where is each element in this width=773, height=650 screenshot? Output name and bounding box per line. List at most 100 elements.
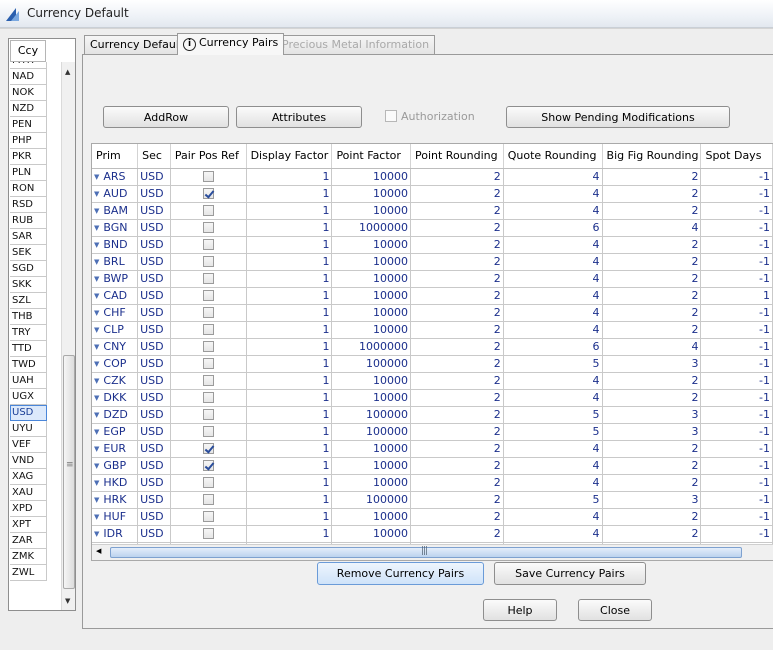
ccy-list-item[interactable]: UYU [10,421,47,437]
sec-cell[interactable]: USD [137,525,171,543]
pf-cell[interactable]: 100000 [331,406,411,424]
pair-pos-ref-checkbox[interactable] [202,307,214,318]
sec-cell[interactable]: USD [137,219,171,237]
column-header[interactable]: Quote Rounding [503,144,603,169]
disp-cell[interactable]: 1 [246,338,333,356]
qr-cell[interactable]: 4 [503,253,603,271]
pr-cell[interactable]: 2 [410,423,504,441]
pr-cell[interactable]: 2 [410,185,504,203]
sec-cell[interactable]: USD [137,287,171,305]
pair-pos-ref-checkbox[interactable] [202,511,214,522]
sd-cell[interactable]: -1 [700,372,773,390]
table-row[interactable]: ▼ COP USD 1 100000 2 5 3 -1 [92,355,773,373]
sec-cell[interactable]: USD [137,355,171,373]
qr-cell[interactable]: 4 [503,168,603,186]
pr-cell[interactable]: 2 [410,236,504,254]
dropdown-arrow-icon[interactable]: ▼ [94,323,99,338]
table-row[interactable]: ▼ DZD USD 1 100000 2 5 3 -1 [92,406,773,424]
bf-cell[interactable]: 2 [602,321,702,339]
prim-cell[interactable]: ▼ GBP [92,457,139,475]
pair-pos-ref-checkbox[interactable] [202,222,214,233]
bf-cell[interactable]: 3 [602,491,702,509]
pr-cell[interactable]: 2 [410,389,504,407]
table-row[interactable]: ▼ BWP USD 1 10000 2 4 2 -1 [92,270,773,288]
table-row[interactable]: ▼ CLP USD 1 10000 2 4 2 -1 [92,321,773,339]
ccy-list-item[interactable]: THB [10,309,47,325]
prim-cell[interactable]: ▼ ARS [92,168,139,186]
ccy-list-item[interactable]: NAD [10,69,47,85]
disp-cell[interactable]: 1 [246,525,333,543]
qr-cell[interactable]: 6 [503,219,603,237]
qr-cell[interactable]: 6 [503,338,603,356]
sec-cell[interactable]: USD [137,270,171,288]
dropdown-arrow-icon[interactable]: ▼ [94,170,99,185]
pf-cell[interactable]: 100000 [331,423,411,441]
ccy-list-item[interactable]: PLN [10,165,47,181]
pr-cell[interactable]: 2 [410,491,504,509]
prim-cell[interactable]: ▼ AUD [92,185,139,203]
prim-cell[interactable]: ▼ BRL [92,253,139,271]
prim-cell[interactable]: ▼ HKD [92,474,139,492]
ccy-list-item[interactable]: NZD [10,101,47,117]
dropdown-arrow-icon[interactable]: ▼ [94,493,99,508]
disp-cell[interactable]: 1 [246,406,333,424]
ccy-list-item[interactable]: PKR [10,149,47,165]
pf-cell[interactable]: 10000 [331,525,411,543]
disp-cell[interactable]: 1 [246,372,333,390]
prim-cell[interactable]: ▼ CAD [92,287,139,305]
column-header[interactable]: Prim [92,144,139,169]
pf-cell[interactable]: 10000 [331,202,411,220]
scrollbar-thumb[interactable]: ≡ [63,355,75,589]
disp-cell[interactable]: 1 [246,423,333,441]
pf-cell[interactable]: 100000 [331,355,411,373]
disp-cell[interactable]: 1 [246,491,333,509]
bf-cell[interactable]: 3 [602,406,702,424]
disp-cell[interactable]: 1 [246,508,333,526]
sd-cell[interactable]: -1 [700,168,773,186]
sec-cell[interactable]: USD [137,168,171,186]
bf-cell[interactable]: 2 [602,202,702,220]
column-header[interactable]: Spot Days [700,144,773,169]
pf-cell[interactable]: 10000 [331,321,411,339]
pf-cell[interactable]: 10000 [331,474,411,492]
bf-cell[interactable]: 2 [602,474,702,492]
pair-pos-ref-checkbox[interactable] [202,341,214,352]
bf-cell[interactable]: 2 [602,185,702,203]
prim-cell[interactable]: ▼ HUF [92,508,139,526]
prim-cell[interactable]: ▼ DKK [92,389,139,407]
ccy-column-header[interactable]: Ccy [10,40,46,62]
ccy-list-item[interactable]: SZL [10,293,47,309]
pair-pos-ref-checkbox[interactable] [202,171,214,182]
pf-cell[interactable]: 10000 [331,253,411,271]
disp-cell[interactable]: 1 [246,355,333,373]
prim-cell[interactable]: ▼ IDR [92,525,139,543]
bf-cell[interactable]: 2 [602,508,702,526]
table-row[interactable]: ▼ BAM USD 1 10000 2 4 2 -1 [92,202,773,220]
close-button[interactable]: Close [578,599,652,621]
pair-pos-ref-checkbox[interactable] [202,375,214,386]
pair-pos-ref-checkbox[interactable] [202,188,214,199]
table-row[interactable]: ▼ ARS USD 1 10000 2 4 2 -1 [92,168,773,186]
prim-cell[interactable]: ▼ CZK [92,372,139,390]
scrollbar-thumb[interactable]: ||| [110,546,742,558]
prim-cell[interactable]: ▼ HRK [92,491,139,509]
ccy-list-item[interactable]: PHP [10,133,47,149]
table-row[interactable]: ▼ HKD USD 1 10000 2 4 2 -1 [92,474,773,492]
pair-pos-ref-checkbox[interactable] [202,358,214,369]
prim-cell[interactable]: ▼ BWP [92,270,139,288]
ccy-list-item[interactable]: ZWL [10,565,47,581]
pr-cell[interactable]: 2 [410,304,504,322]
pr-cell[interactable]: 2 [410,457,504,475]
pair-pos-ref-checkbox[interactable] [202,273,214,284]
pair-pos-ref-checkbox[interactable] [202,290,214,301]
dropdown-arrow-icon[interactable]: ▼ [94,221,99,236]
qr-cell[interactable]: 4 [503,525,603,543]
table-row[interactable]: ▼ DKK USD 1 10000 2 4 2 -1 [92,389,773,407]
sec-cell[interactable]: USD [137,372,171,390]
disp-cell[interactable]: 1 [246,287,333,305]
sd-cell[interactable]: -1 [700,440,773,458]
dropdown-arrow-icon[interactable]: ▼ [94,476,99,491]
prim-cell[interactable]: ▼ EGP [92,423,139,441]
ccy-list-item[interactable]: RUB [10,213,47,229]
sec-cell[interactable]: USD [137,423,171,441]
